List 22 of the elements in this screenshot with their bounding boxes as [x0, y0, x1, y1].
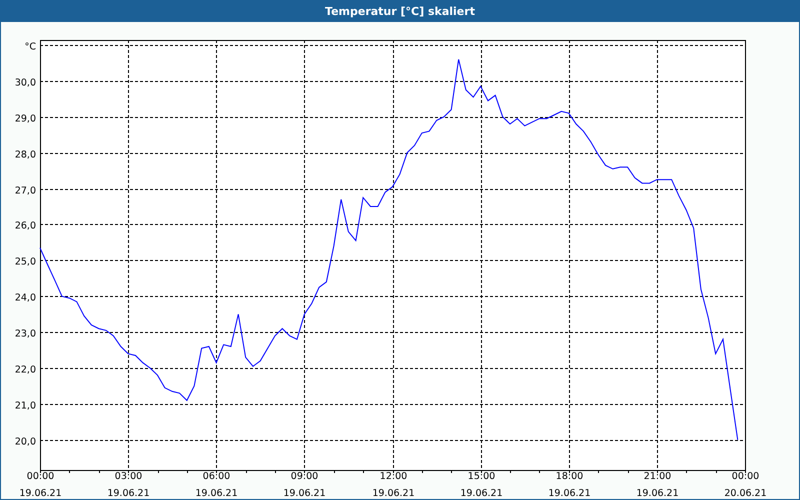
x-tick-label: 00:00 20.06.21	[724, 471, 767, 499]
x-tick-label: 00:00 19.06.21	[19, 471, 62, 499]
x-tick-label: 21:00 19.06.21	[636, 471, 679, 499]
y-tick-label: 23,0	[14, 328, 36, 340]
y-tick-label: 22,0	[14, 364, 36, 376]
x-tick-label: 15:00 19.06.21	[460, 471, 503, 499]
y-tick-label: 30,0	[14, 78, 36, 88]
y-tick-label: °C	[24, 42, 36, 52]
y-tick-label: 25,0	[14, 256, 36, 268]
x-tick-label: 03:00 19.06.21	[107, 471, 150, 499]
y-tick-label: 20,0	[14, 436, 36, 448]
x-tick-label: 18:00 19.06.21	[548, 471, 591, 499]
y-tick-label: 28,0	[14, 150, 36, 160]
window-title: Temperatur [°C] skaliert	[325, 4, 475, 18]
y-tick-label: 24,0	[14, 292, 36, 304]
y-tick-label: 21,0	[14, 400, 36, 412]
y-tick-label: 27,0	[14, 186, 36, 196]
y-tick-label: 26,0	[14, 220, 36, 232]
y-tick-label: 29,0	[14, 114, 36, 124]
x-tick-label: 06:00 19.06.21	[195, 471, 238, 499]
x-tick-label: 12:00 19.06.21	[372, 471, 415, 499]
x-tick-label: 09:00 19.06.21	[283, 471, 326, 499]
